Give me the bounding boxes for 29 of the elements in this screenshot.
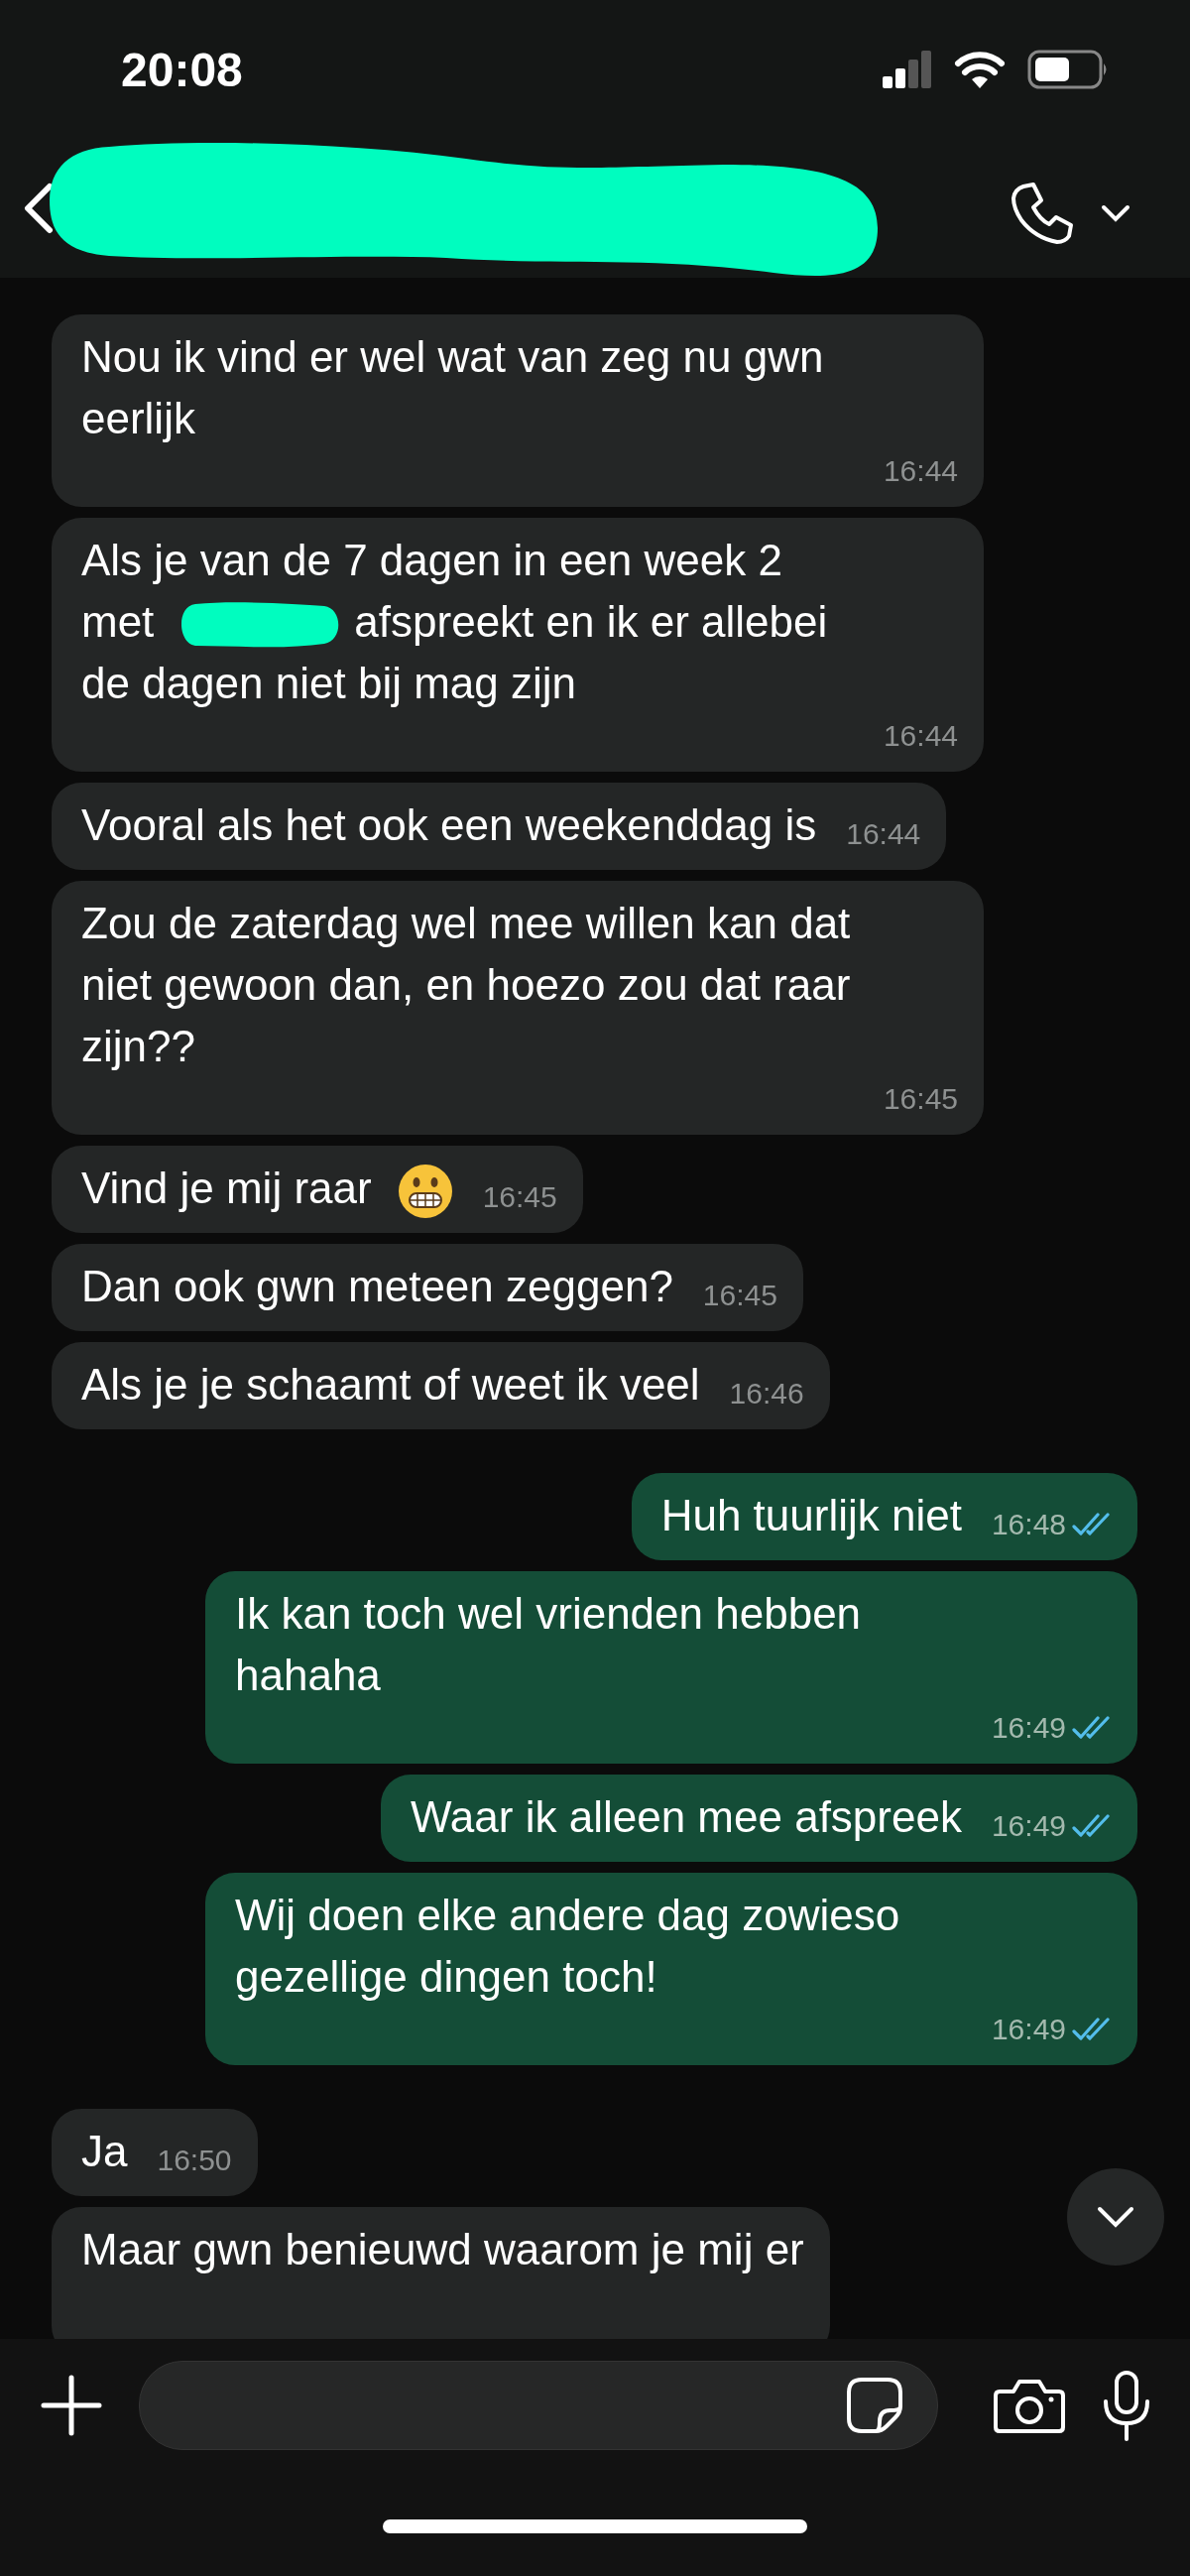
message-text: Vind je mij raar: [81, 1163, 372, 1214]
message-text: afspreekt en ik er allebei: [354, 596, 828, 648]
message-time: 16:45: [482, 1179, 557, 1216]
message-text: Maar gwn benieuwd waarom je mij er: [81, 2225, 804, 2274]
message-time: 16:45: [702, 1278, 777, 1314]
message-time: 16:44: [883, 718, 958, 754]
status-time: 20:08: [121, 42, 243, 97]
message-text: Ja: [81, 2127, 128, 2176]
message-text: met: [81, 596, 155, 648]
message-time: 16:48: [991, 1507, 1066, 1543]
message-text: Ik kan toch wel vrienden hebben hahaha: [235, 1589, 862, 1700]
message-time: 16:50: [157, 2143, 232, 2179]
message-text: Als je van de 7 dagen in een week 2: [81, 535, 782, 586]
message-text: Als je je schaamt of weet ik veel: [81, 1360, 700, 1410]
message-text: Waar ik alleen mee afspreek: [410, 1792, 962, 1842]
message-time: 16:45: [883, 1081, 958, 1117]
message-text: de dagen niet bij mag zijn: [81, 658, 576, 709]
message-time: 16:44: [846, 816, 921, 852]
message-time: 16:49: [991, 1710, 1066, 1747]
message-text: Huh tuurlijk niet: [660, 1491, 962, 1540]
message-text: Dan ook gwn meteen zeggen?: [81, 1262, 673, 1311]
message-time: 16:44: [883, 453, 958, 489]
message-time: 16:49: [991, 1808, 1066, 1845]
message-text: Zou de zaterdag wel mee willen kan dat niet gewoon dan, en hoezo zou dat raar zijn??: [81, 899, 851, 1070]
message-time: 16:46: [729, 1376, 804, 1412]
message-text: Vooral als het ook een weekenddag is: [81, 800, 817, 849]
message-text: Nou ik vind er wel wat van zeg nu gwn eerlijk: [81, 332, 824, 442]
message-time: 16:49: [991, 2012, 1066, 2048]
message-text: Wij doen elke andere dag zowieso gezellige dingen toch!: [235, 1891, 900, 2002]
